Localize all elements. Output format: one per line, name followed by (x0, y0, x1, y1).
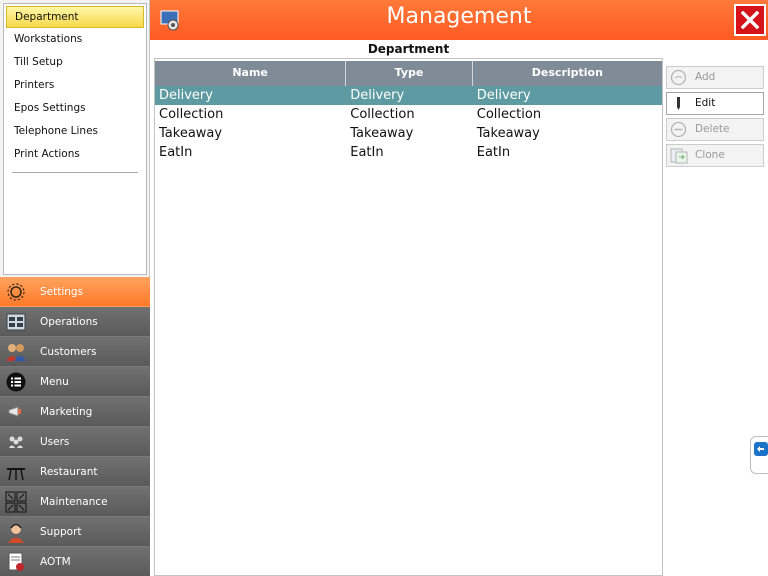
nav-item-aotm[interactable]: AOTM (0, 547, 150, 576)
cell-type: Collection (350, 107, 415, 122)
support-agent-icon (5, 521, 27, 543)
nav-item-users[interactable]: Users (0, 427, 150, 457)
cell-description: Delivery (476, 88, 531, 103)
nav-item-operations[interactable]: Operations (0, 307, 150, 337)
nav-item-customers[interactable]: Customers (0, 337, 150, 367)
nav-label: Settings (40, 286, 84, 298)
nav-label: Operations (40, 316, 98, 328)
cell-description: EatIn (476, 145, 511, 160)
nav-item-maintenance[interactable]: Maintenance (0, 487, 150, 517)
submenu-item-printers[interactable]: Printers (4, 74, 146, 97)
pencil-icon (670, 95, 687, 112)
table-row[interactable]: Collection Collection Collection (155, 105, 662, 124)
nav-label: Support (40, 526, 82, 538)
submenu-divider (12, 172, 138, 173)
nav-label: AOTM (40, 556, 71, 568)
page-title: Management (386, 4, 532, 29)
cell-type: Delivery (350, 88, 405, 103)
nav-item-marketing[interactable]: Marketing (0, 397, 150, 427)
nav-label: Maintenance (40, 496, 108, 508)
edit-label: Edit (695, 97, 716, 109)
aotm-icon (5, 551, 27, 573)
remote-support-icon (754, 442, 768, 456)
nav-item-restaurant[interactable]: Restaurant (0, 457, 150, 487)
add-icon (670, 69, 687, 86)
column-header-type[interactable]: Type (346, 61, 473, 86)
left-panel: Department Workstations Till Setup Print… (0, 0, 150, 277)
nav-label: Marketing (40, 406, 93, 418)
cell-type: EatIn (350, 145, 384, 160)
operations-icon (5, 311, 27, 333)
main-nav: Settings Operations Customers Menu Marke… (0, 277, 150, 576)
cell-description: Collection (476, 107, 542, 122)
cell-name: Collection (159, 107, 224, 122)
delete-button[interactable]: Delete (666, 118, 764, 141)
restaurant-table-icon (5, 461, 27, 483)
close-button[interactable] (734, 4, 766, 36)
nav-item-menu[interactable]: Menu (0, 367, 150, 397)
clone-icon (670, 147, 688, 164)
delete-label: Delete (695, 123, 730, 135)
grid-title: Department (367, 42, 450, 56)
clone-label: Clone (695, 149, 725, 161)
submenu-item-workstations[interactable]: Workstations (4, 28, 146, 51)
add-button[interactable]: Add (666, 66, 764, 89)
grid-header: Name Type Description (155, 61, 662, 86)
nav-item-support[interactable]: Support (0, 517, 150, 547)
title-bar: Management (150, 0, 768, 40)
settings-submenu: Department Workstations Till Setup Print… (3, 3, 147, 275)
cell-name: EatIn (159, 145, 193, 160)
megaphone-icon (5, 401, 27, 423)
table-row[interactable]: EatIn EatIn EatIn (155, 143, 662, 162)
edit-button[interactable]: Edit (666, 92, 764, 115)
gear-icon (5, 281, 27, 303)
customers-icon (5, 341, 27, 363)
submenu-item-department[interactable]: Department (6, 6, 144, 28)
submenu-item-print-actions[interactable]: Print Actions (4, 143, 146, 166)
submenu-item-till-setup[interactable]: Till Setup (4, 51, 146, 74)
cell-name: Delivery (159, 88, 213, 103)
maintenance-icon (5, 491, 27, 513)
nav-label: Restaurant (40, 466, 98, 478)
add-label: Add (695, 71, 716, 83)
clone-button[interactable]: Clone (666, 144, 764, 167)
remote-support-tab[interactable] (750, 436, 768, 474)
table-row[interactable]: Delivery Delivery Delivery (155, 86, 662, 105)
column-header-description[interactable]: Description (473, 61, 662, 86)
cell-type: Takeaway (350, 126, 414, 141)
delete-icon (670, 121, 687, 138)
table-row[interactable]: Takeaway Takeaway Takeaway (155, 124, 662, 143)
submenu-item-epos-settings[interactable]: Epos Settings (4, 97, 146, 120)
cell-description: Takeaway (476, 126, 540, 141)
column-header-name[interactable]: Name (155, 61, 347, 86)
submenu-item-telephone-lines[interactable]: Telephone Lines (4, 120, 146, 143)
action-buttons: Add Edit Delete Clone (666, 66, 764, 170)
nav-item-settings[interactable]: Settings (0, 277, 150, 307)
menu-list-icon (5, 371, 27, 393)
users-icon (5, 431, 27, 453)
close-icon (741, 11, 759, 29)
department-grid: Name Type Description Delivery Delivery … (154, 58, 663, 576)
nav-label: Customers (40, 346, 97, 358)
cell-name: Takeaway (159, 126, 223, 141)
nav-label: Users (40, 436, 70, 448)
nav-label: Menu (40, 376, 69, 388)
